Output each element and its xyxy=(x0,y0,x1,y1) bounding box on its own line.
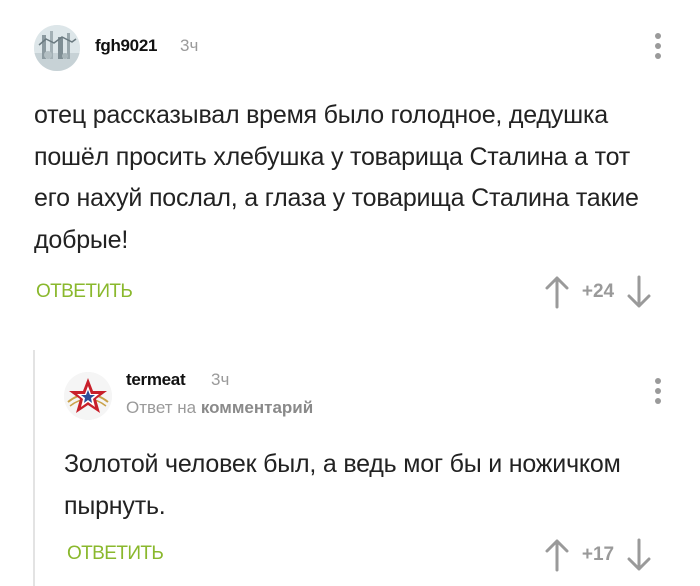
avatar[interactable] xyxy=(64,372,112,420)
reply-button[interactable]: ОТВЕТИТЬ xyxy=(36,281,133,303)
comment-author[interactable]: termeat xyxy=(126,370,186,390)
comment-author[interactable]: fgh9021 xyxy=(95,36,157,56)
menu-dot xyxy=(655,43,661,49)
menu-dot xyxy=(655,53,661,59)
vote-controls: +24 xyxy=(543,275,653,309)
reply-button[interactable]: ОТВЕТИТЬ xyxy=(67,543,164,565)
more-vertical-icon xyxy=(655,33,661,39)
comment-score: +24 xyxy=(581,281,615,302)
comment-time: 3ч xyxy=(180,36,199,55)
comment-menu-button[interactable] xyxy=(654,33,662,63)
avatar[interactable] xyxy=(34,25,80,71)
reply-to-prefix: Ответ на xyxy=(126,398,197,417)
reply-to-info: Ответ на комментарий xyxy=(126,398,313,418)
arrow-up-icon[interactable] xyxy=(543,275,571,309)
menu-dot xyxy=(655,398,661,404)
menu-dot xyxy=(655,388,661,394)
arrow-down-icon[interactable] xyxy=(625,538,653,572)
avatar-image-icon xyxy=(34,25,80,71)
comment-score: +17 xyxy=(581,544,615,565)
vote-controls: +17 xyxy=(543,538,653,572)
more-vertical-icon xyxy=(655,378,661,384)
comment: fgh9021 3ч отец рассказывал время было г… xyxy=(0,0,700,330)
arrow-down-icon[interactable] xyxy=(625,275,653,309)
comment-text: отец рассказывал время было голодное, де… xyxy=(34,101,639,254)
comment-menu-button[interactable] xyxy=(654,378,662,408)
star-emblem-icon xyxy=(64,372,112,420)
reply-to-link[interactable]: комментарий xyxy=(201,398,313,417)
comment-time: 3ч xyxy=(211,370,230,389)
arrow-up-icon[interactable] xyxy=(543,538,571,572)
comment-text: Золотой человек был, а ведь мог бы и нож… xyxy=(64,450,621,520)
